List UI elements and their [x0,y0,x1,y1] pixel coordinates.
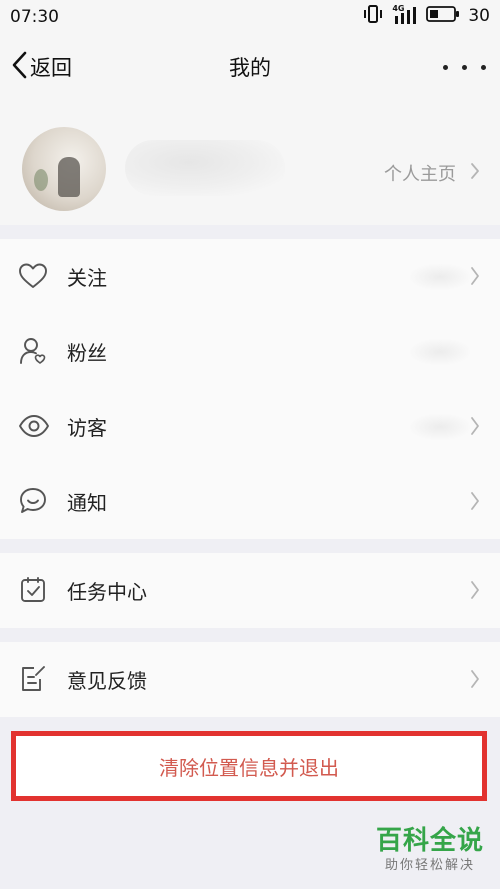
avatar[interactable] [22,127,106,211]
status-icons: 4G 30 [362,4,490,28]
menu-label: 通知 [67,491,107,515]
menu-item-notifications[interactable]: 通知 [0,464,500,539]
menu-group-feedback: 意见反馈 [0,642,500,717]
clear-location-and-exit-button[interactable]: 清除位置信息并退出 [11,731,487,801]
feedback-edit-icon [18,664,48,694]
more-dot-icon [462,64,467,70]
vibrate-icon [362,4,384,28]
menu-item-visitors[interactable]: 访客 [0,389,500,464]
chevron-right-icon [470,491,480,515]
watermark-title: 百科全说 [375,826,484,856]
heart-icon [18,261,48,291]
chevron-right-icon [470,162,480,184]
profile-card[interactable]: 个人主页 [0,100,500,225]
chevron-right-icon [470,416,480,440]
exit-label: 清除位置信息并退出 [159,755,339,780]
avatar-plant-shape [34,169,48,191]
page-title: 我的 [229,56,271,80]
menu-item-follow[interactable]: 关注 [0,239,500,314]
chevron-right-icon [470,669,480,693]
menu-item-task-center[interactable]: 任务中心 [0,553,500,628]
count-blurred [410,264,470,290]
more-dot-icon [481,64,486,70]
nav-bar: 返回 我的 [0,34,500,100]
chat-bubble-icon [18,486,48,516]
menu-label: 粉丝 [67,341,107,365]
menu-label: 意见反馈 [67,669,147,693]
count-blurred [410,414,470,440]
personal-homepage-link[interactable]: 个人主页 [384,160,480,186]
status-bar: 07:30 4G 30 [0,0,500,34]
chevron-right-icon [470,266,480,290]
menu-group-social: 关注 粉丝 访客 通知 [0,239,500,539]
more-dot-icon [443,64,448,70]
count-blurred [410,339,470,365]
eye-icon [18,411,49,441]
menu-label: 关注 [67,266,107,290]
watermark-subtitle: 助你轻松解决 [384,858,475,873]
menu-item-fans[interactable]: 粉丝 [0,314,500,389]
menu-item-feedback[interactable]: 意见反馈 [0,642,500,717]
watermark-logo: 百科全说 助你轻松解决 [370,826,490,882]
fans-icon [18,336,48,366]
menu-label: 任务中心 [67,580,147,604]
status-time: 07:30 [10,7,59,27]
username-blurred [125,140,285,196]
homepage-label: 个人主页 [384,164,456,185]
signal-icon: 4G [392,4,418,26]
battery-icon [426,5,460,27]
chevron-right-icon [470,580,480,604]
task-check-icon [18,575,48,605]
battery-level: 30 [468,6,490,26]
menu-label: 访客 [67,416,107,440]
avatar-figure-shape [58,157,80,197]
more-options-button[interactable] [443,56,486,78]
menu-group-tasks: 任务中心 [0,553,500,628]
